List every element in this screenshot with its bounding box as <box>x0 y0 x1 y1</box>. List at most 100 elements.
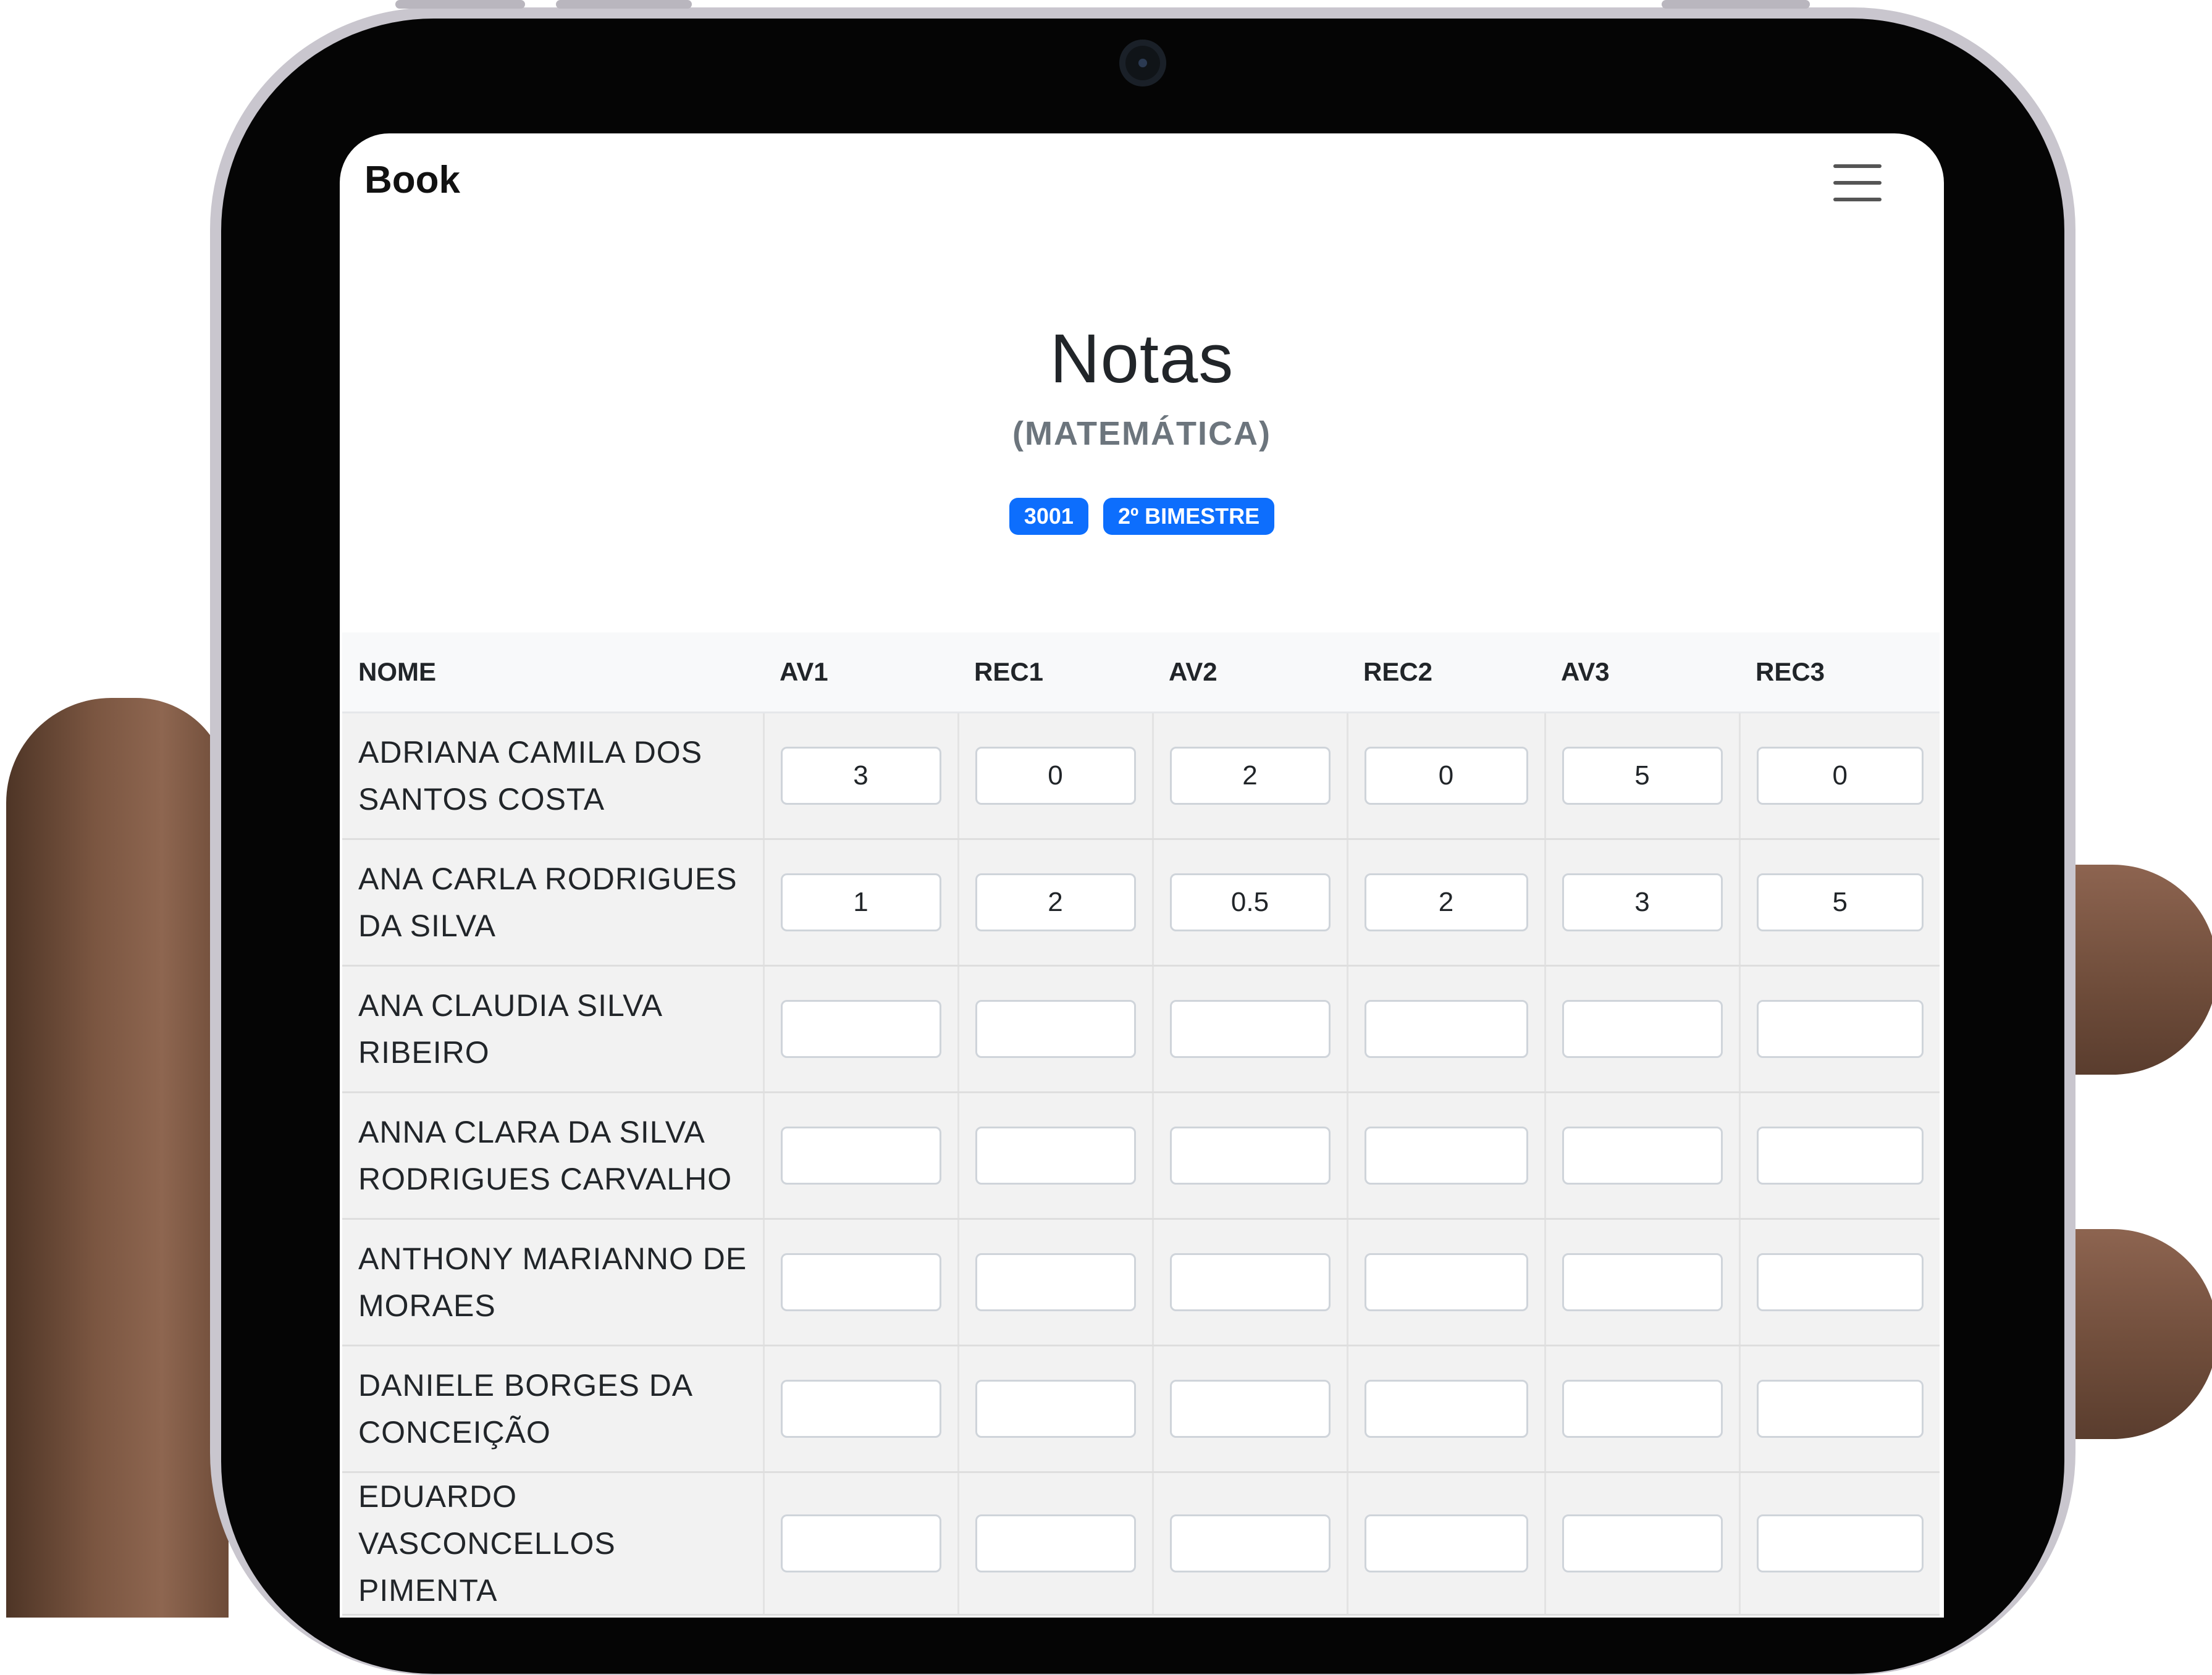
table-row: EDUARDO VASCONCELLOS PIMENTA <box>342 1472 1940 1616</box>
grade-input[interactable] <box>780 873 941 931</box>
grade-input[interactable] <box>975 1127 1136 1185</box>
grade-input[interactable] <box>780 1000 941 1058</box>
grade-cell <box>1347 1345 1546 1473</box>
grade-cell <box>1545 712 1741 840</box>
grade-input[interactable] <box>975 1514 1136 1572</box>
class-badge: 3001 <box>1009 498 1088 535</box>
grade-cell <box>1347 839 1546 967</box>
grade-input[interactable] <box>1169 1000 1331 1058</box>
term-badge: 2º BIMESTRE <box>1103 498 1275 535</box>
grade-input[interactable] <box>1169 1514 1331 1572</box>
grade-cell <box>763 1092 959 1220</box>
grade-input[interactable] <box>1562 1380 1723 1438</box>
grade-input[interactable] <box>1364 873 1528 931</box>
grade-input[interactable] <box>1364 1514 1528 1572</box>
grade-input[interactable] <box>1562 1514 1723 1572</box>
column-header: REC1 <box>958 632 1153 713</box>
student-name: EDUARDO VASCONCELLOS PIMENTA <box>342 1472 765 1616</box>
grade-cell <box>958 965 1154 1093</box>
grade-cell <box>958 1219 1154 1346</box>
grade-input[interactable] <box>975 1253 1136 1311</box>
grade-cell <box>1153 1219 1348 1346</box>
grade-cell <box>1739 965 1940 1093</box>
navbar: Book <box>340 133 1944 232</box>
student-name: DANIELE BORGES DA CONCEIÇÃO <box>342 1345 765 1473</box>
grade-input[interactable] <box>1169 1253 1331 1311</box>
grade-input[interactable] <box>1756 873 1924 931</box>
grade-input[interactable] <box>1562 1127 1723 1185</box>
grade-cell <box>958 1472 1154 1616</box>
column-header: REC3 <box>1739 632 1940 713</box>
grade-input[interactable] <box>975 1380 1136 1438</box>
grade-input[interactable] <box>1169 1127 1331 1185</box>
grade-input[interactable] <box>1756 1380 1924 1438</box>
grade-input[interactable] <box>1364 1253 1528 1311</box>
column-header: REC2 <box>1347 632 1545 713</box>
grade-cell <box>1739 839 1940 967</box>
table-row: ADRIANA CAMILA DOS SANTOS COSTA <box>342 712 1940 840</box>
grade-cell <box>1739 1472 1940 1616</box>
grade-cell <box>1545 1092 1741 1220</box>
grade-cell <box>1153 1092 1348 1220</box>
grade-input[interactable] <box>780 1514 941 1572</box>
table-header-row: NOME AV1 REC1 AV2 REC2 AV3 REC3 <box>342 632 1940 713</box>
grade-cell <box>1347 1472 1546 1616</box>
column-header: AV3 <box>1545 632 1739 713</box>
grade-input[interactable] <box>780 1380 941 1438</box>
grade-cell <box>958 712 1154 840</box>
grade-cell <box>958 1345 1154 1473</box>
badge-group: 3001 2º BIMESTRE <box>340 498 1944 535</box>
grade-cell <box>1153 1472 1348 1616</box>
table-body: ADRIANA CAMILA DOS SANTOS COSTAANA CARLA… <box>342 712 1940 1616</box>
grade-input[interactable] <box>975 747 1136 805</box>
grade-cell <box>1153 839 1348 967</box>
table-row: ANTHONY MARIANNO DE MORAES <box>342 1219 1940 1346</box>
grade-input[interactable] <box>1756 1253 1924 1311</box>
power-button <box>1662 0 1810 9</box>
grade-input[interactable] <box>1756 1127 1924 1185</box>
grade-cell <box>1153 1345 1348 1473</box>
grade-input[interactable] <box>1364 1380 1528 1438</box>
volume-button <box>395 0 525 9</box>
grade-input[interactable] <box>1169 1380 1331 1438</box>
grade-cell <box>1347 1219 1546 1346</box>
hamburger-menu-icon[interactable] <box>1833 164 1882 201</box>
grade-cell <box>1545 839 1741 967</box>
brand-logo[interactable]: Book <box>364 158 460 202</box>
grade-input[interactable] <box>975 873 1136 931</box>
grade-input[interactable] <box>780 1253 941 1311</box>
column-header: AV2 <box>1153 632 1347 713</box>
grades-table: NOME AV1 REC1 AV2 REC2 AV3 REC3 ADRIANA … <box>342 632 1940 1616</box>
grade-input[interactable] <box>1756 747 1924 805</box>
grade-cell <box>763 965 959 1093</box>
grade-input[interactable] <box>1756 1000 1924 1058</box>
grade-cell <box>958 1092 1154 1220</box>
grade-input[interactable] <box>1562 1253 1723 1311</box>
grade-input[interactable] <box>1364 1000 1528 1058</box>
grade-input[interactable] <box>1562 747 1723 805</box>
page-title: Notas <box>1049 320 1234 397</box>
grade-cell <box>1153 712 1348 840</box>
grade-input[interactable] <box>975 1000 1136 1058</box>
grade-input[interactable] <box>1169 873 1331 931</box>
column-header: AV1 <box>763 632 958 713</box>
grade-input[interactable] <box>1562 873 1723 931</box>
grade-input[interactable] <box>1562 1000 1723 1058</box>
grade-input[interactable] <box>1169 747 1331 805</box>
grade-cell <box>1545 965 1741 1093</box>
grade-input[interactable] <box>780 747 941 805</box>
grade-cell <box>1739 1219 1940 1346</box>
grade-input[interactable] <box>1364 1127 1528 1185</box>
table-row: ANA CARLA RODRIGUES DA SILVA <box>342 839 1940 967</box>
grade-cell <box>1545 1345 1741 1473</box>
volume-button <box>556 0 692 9</box>
grade-cell <box>763 1345 959 1473</box>
grade-input[interactable] <box>1364 747 1528 805</box>
hand-thumb <box>6 698 229 1618</box>
grade-cell <box>1739 1092 1940 1220</box>
grade-cell <box>1347 1092 1546 1220</box>
grade-cell <box>763 712 959 840</box>
page-subtitle: (MATEMÁTICA) <box>1012 415 1271 452</box>
grade-input[interactable] <box>1756 1514 1924 1572</box>
grade-input[interactable] <box>780 1127 941 1185</box>
